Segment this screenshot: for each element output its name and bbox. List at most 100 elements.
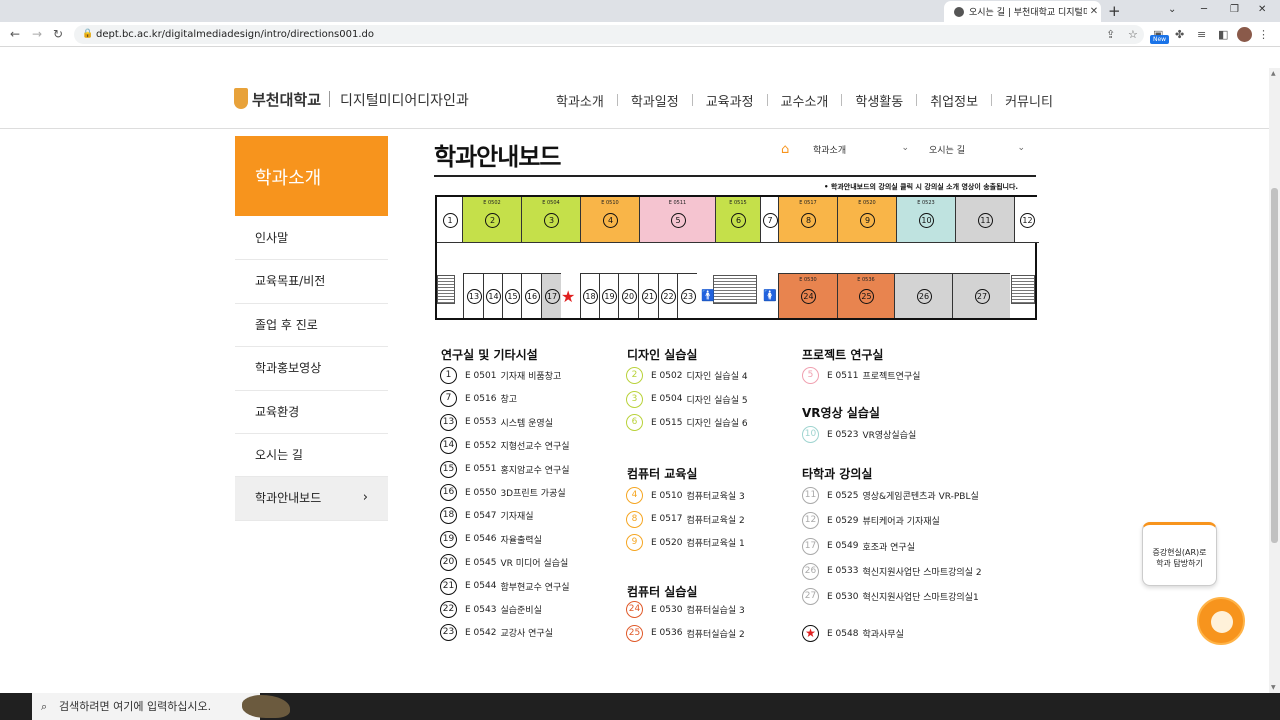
breadcrumb-select-2[interactable]: 오시는 길 ⌄ bbox=[929, 143, 1025, 156]
map-room-16[interactable]: 16 bbox=[521, 273, 541, 318]
nav-item-curriculum[interactable]: 교육과정 bbox=[706, 91, 754, 110]
side-panel-icon[interactable]: ◧ bbox=[1218, 28, 1228, 41]
map-room-15[interactable]: 15 bbox=[502, 273, 521, 318]
page-scrollbar[interactable]: ▲ ▼ bbox=[1269, 68, 1280, 693]
scroll-up-icon[interactable]: ▲ bbox=[1271, 70, 1276, 77]
legend-item[interactable]: 24 E 0530 컴퓨터실습실 3 bbox=[626, 601, 745, 618]
map-room-8[interactable]: E 0517 8 bbox=[779, 197, 838, 243]
forward-icon[interactable]: → bbox=[32, 27, 42, 41]
nav-item-career[interactable]: 취업정보 bbox=[930, 91, 978, 110]
map-room-4[interactable]: E 0510 4 bbox=[581, 197, 640, 243]
legend-item[interactable]: 25 E 0536 컴퓨터실습실 2 bbox=[626, 624, 745, 642]
legend-item[interactable]: 1 E 0501 기자재 비품창고 bbox=[440, 367, 561, 384]
legend-item[interactable]: 2 E 0502 디자인 실습실 4 bbox=[626, 367, 748, 384]
reading-list-icon[interactable]: ≡ bbox=[1197, 28, 1206, 41]
map-room-3[interactable]: E 0504 3 bbox=[522, 197, 581, 243]
share-icon[interactable]: ⇪ bbox=[1106, 28, 1115, 41]
legend-item[interactable]: 23 E 0542 교강사 연구실 bbox=[440, 624, 553, 642]
legend-item[interactable]: 19 E 0546 자율출력실 bbox=[440, 530, 542, 548]
nav-item-schedule[interactable]: 학과일정 bbox=[631, 91, 679, 110]
taskbar-search[interactable]: ⌕ 검색하려면 여기에 입력하십시오. bbox=[32, 693, 290, 720]
map-room-18[interactable]: 18 bbox=[580, 273, 599, 318]
map-room-13[interactable]: 13 bbox=[463, 273, 483, 318]
map-room-24[interactable]: E 0530 24 bbox=[778, 273, 837, 318]
home-icon[interactable]: ⌂ bbox=[781, 142, 795, 157]
legend-item[interactable]: 27 E 0530 혁신지원사업단 스마트강의실1 bbox=[802, 588, 979, 606]
legend-item[interactable]: 11 E 0525 영상&게임콘텐츠과 VR-PBL실 bbox=[802, 487, 979, 504]
map-room-5[interactable]: E 0511 5 bbox=[640, 197, 716, 243]
map-room-20[interactable]: 20 bbox=[618, 273, 638, 318]
legend-item[interactable]: 9 E 0520 컴퓨터교육실 1 bbox=[626, 534, 745, 551]
map-room-27[interactable]: 27 bbox=[952, 273, 1010, 318]
legend-item[interactable]: 4 E 0510 컴퓨터교육실 3 bbox=[626, 487, 745, 504]
new-tab-icon[interactable]: + bbox=[1108, 2, 1121, 20]
sidebar-item-career-path[interactable]: 졸업 후 진로 bbox=[235, 304, 388, 348]
legend-item[interactable]: 17 E 0549 호조과 연구실 bbox=[802, 537, 915, 555]
legend-item[interactable]: 16 E 0550 3D프린트 가공실 bbox=[440, 484, 566, 501]
sidebar-item-vision[interactable]: 교육목표/비전 bbox=[235, 260, 388, 304]
restore-icon[interactable]: ❐ bbox=[1230, 4, 1239, 15]
map-room-12[interactable]: 12 bbox=[1015, 197, 1039, 243]
dept-office-star-icon[interactable]: ★ bbox=[561, 287, 575, 306]
map-room-11[interactable]: 11 bbox=[956, 197, 1015, 243]
legend-item[interactable]: 26 E 0533 혁신지원사업단 스마트강의실 2 bbox=[802, 562, 982, 580]
puzzle-icon[interactable]: ✤ bbox=[1175, 28, 1184, 41]
legend-item[interactable]: 15 E 0551 홍지암교수 연구실 bbox=[440, 460, 570, 478]
menu-icon[interactable]: ⋮ bbox=[1258, 28, 1269, 41]
sidebar-item-promo-video[interactable]: 학과홍보영상 bbox=[235, 347, 388, 391]
map-room-23[interactable]: 23 bbox=[677, 273, 697, 318]
legend-item[interactable]: 20 E 0545 VR 미디어 실습실 bbox=[440, 554, 568, 572]
legend-item[interactable]: 6 E 0515 디자인 실습실 6 bbox=[626, 414, 748, 431]
address-bar[interactable]: 🔒 dept.bc.ac.kr/digitalmediadesign/intro… bbox=[74, 25, 1144, 44]
reload-icon[interactable]: ↻ bbox=[53, 27, 63, 41]
map-room-14[interactable]: 14 bbox=[483, 273, 502, 318]
map-room-2[interactable]: E 0502 2 bbox=[463, 197, 522, 243]
map-room-26[interactable]: 26 bbox=[894, 273, 952, 318]
close-window-icon[interactable]: ✕ bbox=[1258, 4, 1266, 15]
dept-name[interactable]: 디지털미디어디자인과 bbox=[340, 90, 469, 110]
map-room-21[interactable]: 21 bbox=[638, 273, 658, 318]
scrollbar-thumb[interactable] bbox=[1271, 188, 1278, 543]
legend-item[interactable]: 13 E 0553 시스템 운영실 bbox=[440, 413, 553, 431]
sidebar-item-directions[interactable]: 오시는 길 bbox=[235, 434, 388, 478]
tab-search-icon[interactable]: ⌄ bbox=[1168, 4, 1176, 15]
map-room-25[interactable]: E 0536 25 bbox=[837, 273, 894, 318]
scroll-down-icon[interactable]: ▼ bbox=[1271, 684, 1276, 691]
legend-item[interactable]: 5 E 0511 프로젝트연구실 bbox=[802, 367, 920, 384]
nav-item-dept-intro[interactable]: 학과소개 bbox=[556, 91, 604, 110]
legend-item[interactable]: 7 E 0516 창고 bbox=[440, 390, 517, 408]
nav-item-community[interactable]: 커뮤니티 bbox=[1005, 91, 1053, 110]
legend-item[interactable]: 8 E 0517 컴퓨터교육실 2 bbox=[626, 510, 745, 528]
legend-item[interactable]: 12 E 0529 뷰티케어과 기자재실 bbox=[802, 512, 940, 530]
nav-item-faculty[interactable]: 교수소개 bbox=[781, 91, 829, 110]
map-room-22[interactable]: 22 bbox=[658, 273, 677, 318]
back-icon[interactable]: ← bbox=[10, 27, 20, 41]
school-name[interactable]: 부천대학교 bbox=[252, 89, 321, 110]
legend-item[interactable]: 10 E 0523 VR영상실습실 bbox=[802, 426, 916, 443]
ar-tour-button[interactable]: 증강현실(AR)로 학과 탐방하기 bbox=[1142, 522, 1217, 586]
school-emblem-icon[interactable] bbox=[234, 88, 248, 109]
sidebar-item-environment[interactable]: 교육환경 bbox=[235, 391, 388, 434]
avatar[interactable] bbox=[1237, 27, 1252, 42]
sidebar-item-greeting[interactable]: 인사말 bbox=[235, 217, 388, 261]
map-room-19[interactable]: 19 bbox=[599, 273, 618, 318]
legend-item[interactable]: 3 E 0504 디자인 실습실 5 bbox=[626, 390, 748, 408]
map-room-9[interactable]: E 0520 9 bbox=[838, 197, 897, 243]
browser-tab[interactable]: 오시는 길 | 부천대학교 디지털미 ✕ bbox=[944, 1, 1101, 22]
legend-item-office[interactable]: ★ E 0548 학과사무실 bbox=[802, 625, 904, 642]
close-tab-icon[interactable]: ✕ bbox=[1087, 6, 1101, 17]
bookmark-star-icon[interactable]: ☆ bbox=[1128, 28, 1138, 41]
legend-item[interactable]: 18 E 0547 기자재실 bbox=[440, 507, 534, 525]
legend-item[interactable]: 21 E 0544 함부현교수 연구실 bbox=[440, 577, 570, 595]
map-room-17[interactable]: 17 bbox=[541, 273, 561, 318]
minimize-icon[interactable]: ─ bbox=[1201, 4, 1207, 15]
map-room-1[interactable]: 1 bbox=[437, 197, 463, 243]
map-room-10[interactable]: E 0523 10 bbox=[897, 197, 956, 243]
legend-item[interactable]: 22 E 0543 실습준비실 bbox=[440, 601, 542, 618]
sidebar-item-guide-board[interactable]: 학과안내보드 › bbox=[235, 477, 388, 521]
legend-item[interactable]: 14 E 0552 지형선교수 연구실 bbox=[440, 437, 570, 455]
nav-item-student-activity[interactable]: 학생활동 bbox=[855, 91, 903, 110]
map-room-7[interactable]: 7 bbox=[761, 197, 779, 243]
breadcrumb-select-1[interactable]: 학과소개 ⌄ bbox=[813, 143, 909, 156]
mascot-lion-icon[interactable] bbox=[1197, 597, 1245, 645]
